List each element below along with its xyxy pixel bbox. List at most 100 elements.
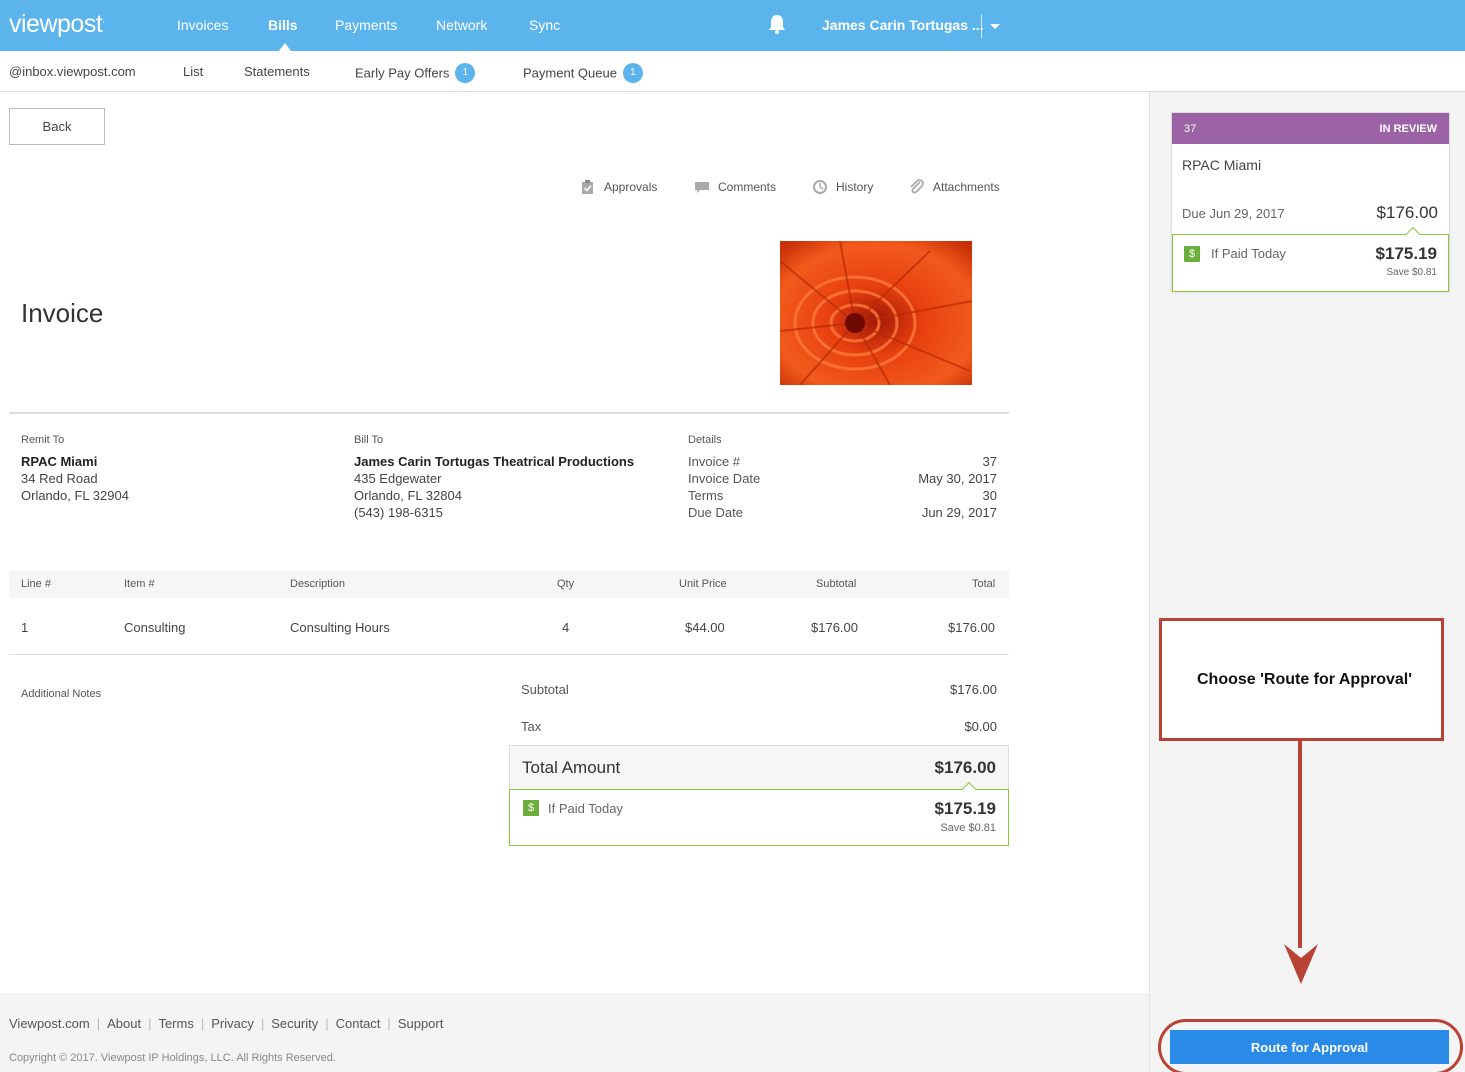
due-date-label: Due Date xyxy=(688,505,743,520)
nav-sync[interactable]: Sync xyxy=(529,17,560,33)
early-pay-count-badge: 1 xyxy=(455,63,476,83)
arrow-down-icon xyxy=(1284,944,1318,984)
nav-payments[interactable]: Payments xyxy=(335,17,397,33)
page-title: Invoice xyxy=(21,298,104,328)
nav-invoices[interactable]: Invoices xyxy=(177,17,228,33)
row-item: Consulting xyxy=(124,620,186,635)
card-bill-number: 37 xyxy=(1184,123,1197,135)
subtotal-value: $176.00 xyxy=(950,682,997,697)
active-nav-indicator xyxy=(279,43,291,51)
bill-to-phone: (543) 198-6315 xyxy=(354,505,443,520)
history-icon xyxy=(813,180,827,194)
early-pay-label: Early Pay Offers xyxy=(355,65,450,81)
tab-comments[interactable]: Comments xyxy=(695,180,777,194)
additional-notes-label: Additional Notes xyxy=(21,688,102,700)
paperclip-icon xyxy=(910,179,924,194)
row-line: 1 xyxy=(21,620,29,635)
col-unit-price-header: Unit Price xyxy=(679,578,727,590)
inbox-email: @inbox.viewpost.com xyxy=(9,64,136,79)
terms-value: 30 xyxy=(982,488,997,503)
annotation-highlight-ring xyxy=(1158,1019,1463,1072)
card-savings-text: Save $0.81 xyxy=(1386,267,1437,278)
row-subtotal: $176.00 xyxy=(811,620,858,635)
remit-to-line1: 34 Red Road xyxy=(21,471,98,486)
footer-link-terms[interactable]: Terms xyxy=(158,1016,193,1031)
copyright: Copyright © 2017. Viewpost IP Holdings, … xyxy=(9,1052,336,1064)
comment-icon xyxy=(695,182,709,193)
row-qty: 4 xyxy=(562,620,570,635)
footer-link-security[interactable]: Security xyxy=(271,1016,318,1031)
status-badge: IN REVIEW xyxy=(1379,123,1437,135)
sub-navigation-bar: @inbox.viewpost.com List Statements Earl… xyxy=(0,51,1465,92)
card-vendor-name: RPAC Miami xyxy=(1182,157,1262,173)
bill-to-label: Bill To xyxy=(354,434,384,446)
dollar-icon: $ xyxy=(1184,246,1200,262)
footer-link-about[interactable]: About xyxy=(107,1016,141,1031)
viewpost-logo[interactable]: viewpost. xyxy=(9,10,105,39)
vendor-logo-image xyxy=(780,241,972,385)
top-navigation-bar: viewpost. Invoices Bills Payments Networ… xyxy=(0,0,1465,51)
nav-network[interactable]: Network xyxy=(436,17,487,33)
table-header-row xyxy=(9,571,1009,598)
footer-links: Viewpost.com | About | Terms | Privacy | Securit… xyxy=(9,1016,444,1031)
chevron-down-icon[interactable] xyxy=(990,24,1000,29)
col-line-header: Line # xyxy=(21,578,51,590)
table-divider xyxy=(9,654,1009,655)
tab-approvals-label: Approvals xyxy=(604,180,658,194)
if-paid-today-value: $175.19 xyxy=(934,799,996,818)
bill-summary-card[interactable]: 37 IN REVIEW RPAC Miami Due Jun 29, 2017… xyxy=(1171,112,1450,292)
remit-to-line2: Orlando, FL 32904 xyxy=(21,488,129,503)
subnav-early-pay-offers[interactable]: Early Pay Offers 1 xyxy=(355,63,476,84)
row-total: $176.00 xyxy=(948,620,995,635)
footer-link-contact[interactable]: Contact xyxy=(336,1016,381,1031)
card-callout-notch xyxy=(1405,226,1421,242)
tax-value: $0.00 xyxy=(964,719,997,734)
header-divider xyxy=(9,412,1009,414)
row-unit-price: $44.00 xyxy=(685,620,725,635)
tab-attachments[interactable]: Attachments xyxy=(910,179,1000,194)
annotation-callout-text: Choose 'Route for Approval' xyxy=(1196,671,1413,688)
tab-approvals[interactable]: Approvals xyxy=(582,180,658,194)
logo-mark: . xyxy=(102,14,105,25)
footer-link-privacy[interactable]: Privacy xyxy=(211,1016,254,1031)
terms-label: Terms xyxy=(688,488,724,503)
card-if-paid-value: $175.19 xyxy=(1375,244,1437,263)
if-paid-today-box: $ If Paid Today $175.19 Save $0.81 xyxy=(509,781,1009,846)
subnav-payment-queue[interactable]: Payment Queue 1 xyxy=(523,63,643,84)
due-date-value: Jun 29, 2017 xyxy=(921,505,997,520)
card-header: 37 IN REVIEW xyxy=(1172,113,1449,144)
if-paid-today-label: If Paid Today xyxy=(548,801,623,816)
subnav-list[interactable]: List xyxy=(183,64,203,79)
col-qty-header: Qty xyxy=(557,578,575,590)
user-menu-name[interactable]: James Carin Tortugas ... xyxy=(822,17,984,33)
annotation-arrow-shaft xyxy=(1298,741,1302,948)
tab-history-label: History xyxy=(836,180,874,194)
bill-to-line2: Orlando, FL 32804 xyxy=(354,488,462,503)
savings-text: Save $0.81 xyxy=(940,822,996,834)
col-item-header: Item # xyxy=(124,578,155,590)
footer-link-support[interactable]: Support xyxy=(398,1016,444,1031)
right-sidebar: 37 IN REVIEW RPAC Miami Due Jun 29, 2017… xyxy=(1149,92,1465,1072)
row-description: Consulting Hours xyxy=(290,620,390,635)
payment-queue-label: Payment Queue xyxy=(523,65,617,81)
subtotal-label: Subtotal xyxy=(521,682,569,697)
tab-comments-label: Comments xyxy=(718,180,777,194)
nav-bills[interactable]: Bills xyxy=(268,17,298,33)
tab-history[interactable]: History xyxy=(813,180,874,194)
col-subtotal-header: Subtotal xyxy=(816,578,857,590)
bill-to-name: James Carin Tortugas Theatrical Producti… xyxy=(354,454,635,469)
remit-to-name: RPAC Miami xyxy=(21,454,98,469)
footer-link-viewpost[interactable]: Viewpost.com xyxy=(9,1016,90,1031)
col-description-header: Description xyxy=(290,578,346,590)
subnav-statements[interactable]: Statements xyxy=(244,64,310,79)
back-button[interactable]: Back xyxy=(9,108,105,145)
col-total-header: Total xyxy=(972,578,996,590)
logo-text: viewpost xyxy=(9,10,103,38)
card-due-date: Due Jun 29, 2017 xyxy=(1182,206,1285,221)
invoice-number-value: 37 xyxy=(982,454,997,469)
total-amount-label: Total Amount xyxy=(522,758,621,777)
details-label: Details xyxy=(688,434,722,446)
tax-label: Tax xyxy=(521,719,542,734)
total-amount-box: Total Amount $176.00 xyxy=(509,745,1009,790)
bell-icon[interactable] xyxy=(766,13,788,35)
